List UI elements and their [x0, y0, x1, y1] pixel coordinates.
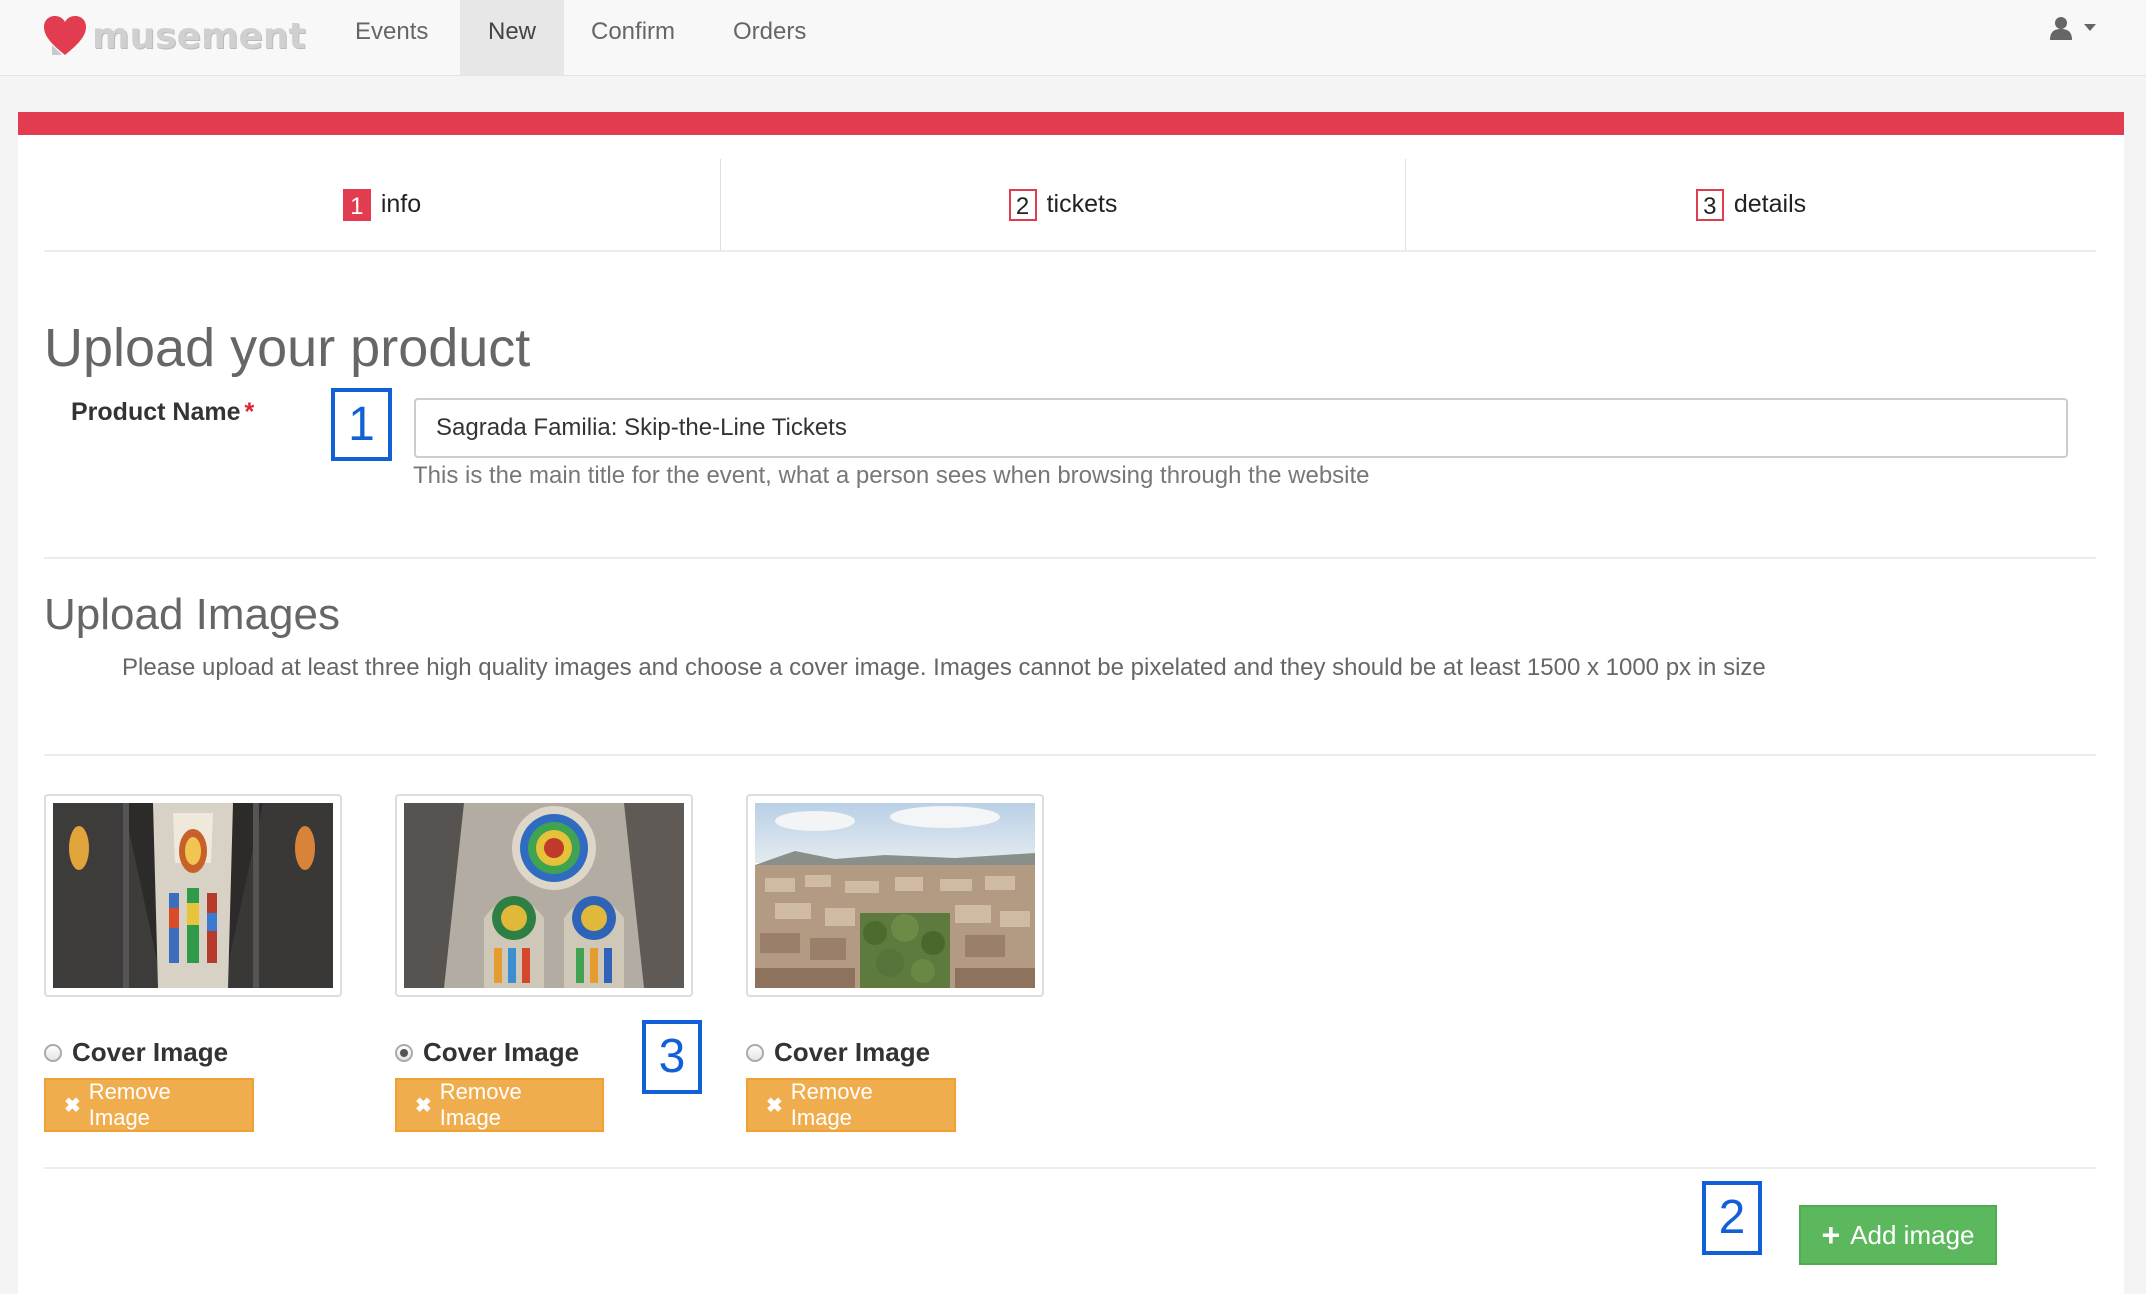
step-details[interactable]: 3 details [1406, 159, 2096, 250]
required-mark: * [244, 398, 255, 426]
remove-image-button[interactable]: ✖ Remove Image [395, 1078, 604, 1132]
image-thumbnail [395, 794, 693, 997]
step-label: info [380, 190, 422, 218]
plus-icon: + [1821, 1216, 1841, 1253]
image-thumbnail [44, 794, 342, 997]
nav-orders[interactable]: Orders [706, 0, 833, 75]
accent-bar [18, 112, 2124, 135]
close-icon: ✖ [766, 1094, 783, 1117]
brand-logo[interactable]: musement [42, 12, 306, 60]
step-tickets[interactable]: 2 tickets [721, 159, 1405, 250]
cover-image-option[interactable]: Cover Image [44, 1037, 228, 1068]
page-title: Upload your product [44, 318, 531, 378]
interior-photo-1 [53, 803, 333, 988]
step-info[interactable]: 1 info [44, 159, 720, 250]
top-navbar: musement Events New Confirm Orders [0, 0, 2146, 76]
remove-image-label: Remove Image [790, 1079, 873, 1130]
upload-images-title: Upload Images [44, 590, 340, 639]
divider [44, 1167, 2096, 1169]
divider [44, 557, 2096, 559]
cover-image-radio[interactable] [44, 1043, 62, 1062]
close-icon: ✖ [415, 1094, 432, 1117]
add-image-button[interactable]: + Add image [1799, 1205, 1997, 1265]
step-label: details [1733, 190, 1807, 218]
main-panel: 1 info 2 tickets 3 details Upload your p… [18, 112, 2124, 1294]
cover-image-label: Cover Image [423, 1037, 580, 1067]
nav-confirm[interactable]: Confirm [564, 0, 702, 75]
city-panorama-photo [755, 803, 1035, 988]
upload-images-instructions: Please upload at least three high qualit… [122, 654, 1766, 681]
step-number: 2 [1008, 188, 1037, 221]
image-thumbnail [746, 794, 1044, 997]
annotation-marker-1: 1 [331, 388, 392, 461]
cover-image-option[interactable]: Cover Image [746, 1037, 930, 1068]
brand-name: musement [92, 15, 306, 57]
cover-image-label: Cover Image [774, 1037, 931, 1067]
wizard-steps: 1 info 2 tickets 3 details [44, 159, 2096, 252]
close-icon: ✖ [64, 1094, 81, 1117]
remove-image-label: Remove Image [88, 1079, 171, 1130]
divider [44, 754, 2096, 756]
product-name-label: Product Name * [71, 398, 254, 427]
cover-image-radio[interactable] [746, 1043, 764, 1062]
product-name-label-text: Product Name [71, 398, 241, 426]
step-number: 1 [342, 188, 371, 221]
annotation-marker-2: 2 [1702, 1181, 1762, 1255]
product-name-help: This is the main title for the event, wh… [413, 462, 1370, 489]
nav-events[interactable]: Events [328, 0, 455, 75]
interior-photo-2 [404, 803, 684, 988]
remove-image-button[interactable]: ✖ Remove Image [44, 1078, 254, 1132]
add-image-label: Add image [1850, 1219, 1975, 1250]
step-label: tickets [1046, 190, 1118, 218]
product-name-input[interactable] [414, 398, 2068, 458]
cover-image-option[interactable]: Cover Image [395, 1037, 579, 1068]
remove-image-button[interactable]: ✖ Remove Image [746, 1078, 956, 1132]
step-number: 3 [1695, 188, 1724, 221]
heart-logo-icon [44, 16, 86, 55]
caret-down-icon [2084, 24, 2096, 31]
cover-image-radio[interactable] [395, 1043, 413, 1062]
remove-image-label: Remove Image [439, 1079, 522, 1130]
annotation-marker-3: 3 [642, 1020, 702, 1094]
cover-image-label: Cover Image [72, 1037, 229, 1067]
nav-new[interactable]: New [460, 0, 564, 75]
user-menu[interactable] [2050, 16, 2096, 40]
user-icon [2050, 17, 2072, 40]
